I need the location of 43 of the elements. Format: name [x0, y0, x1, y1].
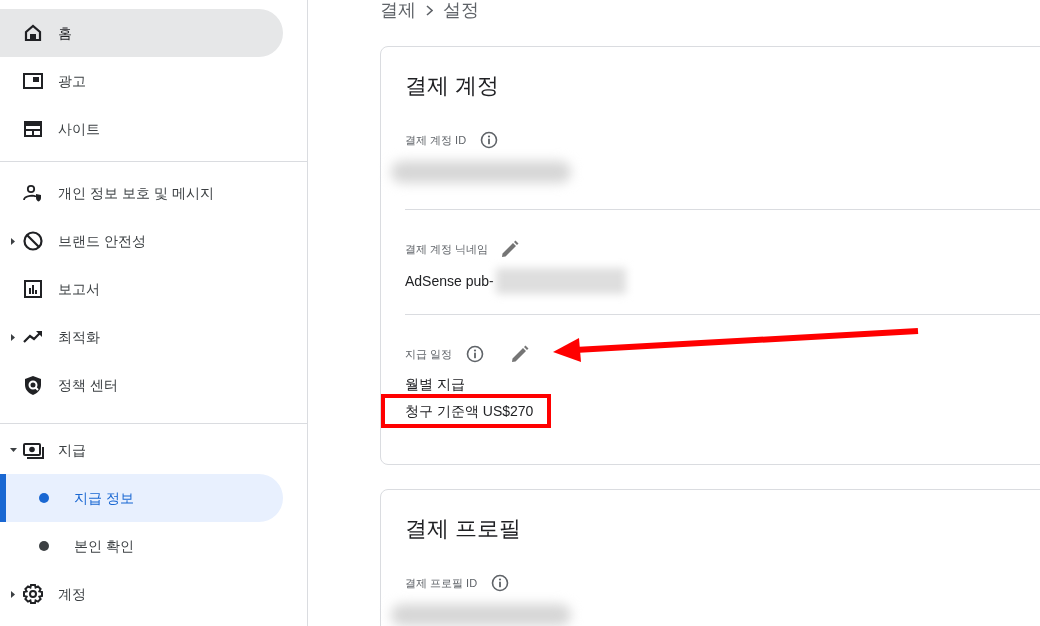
sidebar-item[interactable]: 정책 센터: [0, 361, 283, 409]
sidebar-item[interactable]: 최적화: [0, 313, 283, 361]
home-icon: [22, 22, 44, 44]
edit-icon[interactable]: [500, 239, 521, 259]
chevron-right-icon: [426, 4, 433, 16]
sidebar-item[interactable]: 개인 정보 보호 및 메시지: [0, 169, 283, 217]
layout-icon: [22, 118, 44, 140]
sidebar-item[interactable]: 계정: [0, 570, 283, 618]
sidebar-item[interactable]: 브랜드 안전성: [0, 217, 283, 265]
bar-chart-icon: [22, 278, 44, 300]
card-title: 결제 프로필: [405, 515, 523, 543]
sidebar-subitem[interactable]: 본인 확인: [0, 522, 283, 570]
breadcrumb-item: 설정: [443, 0, 479, 22]
field-value: 청구 기준액 US$270: [405, 403, 534, 419]
breadcrumb-item[interactable]: 결제: [380, 0, 416, 24]
bullet-icon: [39, 541, 49, 551]
field-label: 결제 계정 닉네임: [405, 241, 489, 257]
sidebar-item[interactable]: 보고서: [0, 265, 283, 313]
info-icon[interactable]: [480, 131, 499, 149]
shield-search-icon: [22, 374, 44, 396]
sidebar-item[interactable]: 광고: [0, 57, 283, 105]
settings-icon: [22, 583, 44, 605]
edit-icon[interactable]: [510, 344, 531, 364]
caret-right-icon: [11, 237, 15, 245]
ad-icon: [22, 70, 44, 92]
field-value: 월별 지급: [405, 375, 465, 394]
field-value: AdSense pub-: [405, 272, 494, 291]
field-label: 결제 프로필 ID: [405, 575, 478, 591]
bullet-icon: [39, 493, 49, 503]
person-shield-icon: [22, 182, 44, 204]
caret-right-icon: [11, 590, 15, 598]
sidebar-item[interactable]: 지급: [0, 426, 283, 474]
caret-down-icon: [9, 448, 17, 452]
field-label: 지급 일정: [405, 346, 453, 362]
sidebar-item[interactable]: 사이트: [0, 105, 283, 153]
sidebar-subitem[interactable]: 지급 정보: [0, 474, 283, 522]
info-icon[interactable]: [466, 345, 485, 363]
field-label: 결제 계정 ID: [405, 132, 467, 148]
caret-right-icon: [11, 333, 15, 341]
block-icon: [22, 230, 44, 252]
info-icon[interactable]: [491, 574, 510, 592]
sidebar-item[interactable]: 홈: [0, 9, 283, 57]
card-title: 결제 계정: [405, 72, 501, 100]
